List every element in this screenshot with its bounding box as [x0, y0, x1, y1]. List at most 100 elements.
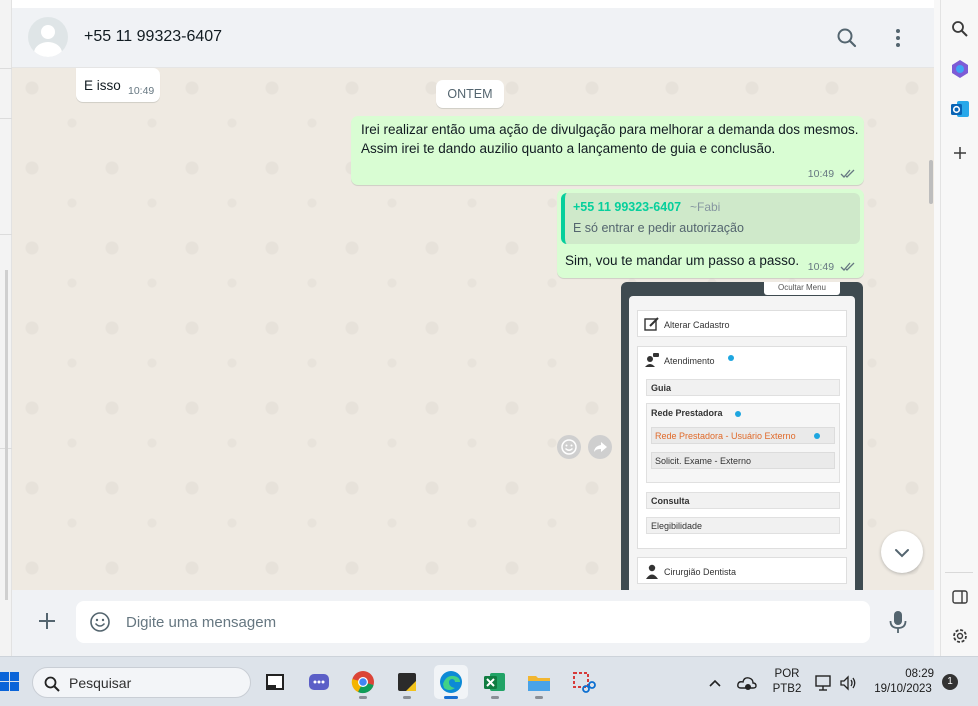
- taskbar-app-chrome[interactable]: [346, 665, 380, 699]
- teams-icon: [309, 674, 329, 690]
- scroll-to-bottom-button[interactable]: [881, 531, 923, 573]
- forward-icon: [594, 442, 607, 452]
- composer-bar: [12, 590, 934, 656]
- clock[interactable]: 08:29 19/10/2023: [866, 668, 940, 695]
- windows-logo-icon: [0, 672, 19, 691]
- quoted-alias: ~Fabi: [690, 200, 721, 214]
- hide-menu-tab: Ocultar Menu: [764, 282, 840, 295]
- menu-item-cirurgiao: Cirurgião Dentista: [637, 557, 847, 584]
- menu-sub-guia: Guia: [646, 379, 840, 396]
- quoted-text: E só entrar e pedir autorização: [573, 221, 744, 235]
- sticky-icon: [398, 673, 416, 691]
- taskbar-search[interactable]: Pesquisar: [32, 667, 251, 698]
- menu-item-alterar-cadastro: Alterar Cadastro: [637, 310, 847, 337]
- taskbar-search-label: Pesquisar: [69, 675, 132, 691]
- chevron-down-icon: [895, 549, 909, 558]
- edit-icon: [644, 317, 659, 331]
- windows-taskbar: Pesquisar POR PTB2 08:29 19/10/2023 1: [0, 656, 978, 706]
- screen: +55 11 99323-6407 E isso 10:49 ONTEM Ire…: [0, 0, 978, 706]
- react-button[interactable]: [557, 435, 581, 459]
- emoji-icon: [561, 439, 577, 455]
- sidebar-toggle-button[interactable]: [949, 586, 971, 608]
- chat-scrollbar-thumb[interactable]: [929, 160, 933, 204]
- attach-button[interactable]: [36, 610, 58, 632]
- language-indicator[interactable]: POR PTB2: [766, 668, 808, 695]
- running-indicator: [444, 696, 458, 699]
- sidebar-outlook-button[interactable]: [949, 98, 971, 120]
- message-input[interactable]: [126, 601, 856, 643]
- sidebar-add-button[interactable]: [949, 142, 971, 164]
- running-indicator: [359, 696, 367, 699]
- search-icon: [837, 28, 857, 48]
- gear-icon: [953, 629, 967, 643]
- message-text: Sim, vou te mandar um passo a passo.: [565, 253, 800, 268]
- avatar-body: [34, 42, 62, 57]
- double-check-icon: [840, 262, 855, 272]
- taskbar-app-file-explorer[interactable]: [258, 665, 292, 699]
- outlook-icon: [951, 101, 969, 117]
- emoji-button[interactable]: [89, 611, 111, 633]
- contact-name[interactable]: +55 11 99323-6407: [84, 28, 222, 46]
- excel-icon: [484, 673, 505, 691]
- quoted-author: +55 11 99323-6407: [573, 200, 682, 214]
- running-indicator: [403, 696, 411, 699]
- sidebar-settings-button[interactable]: [949, 625, 971, 647]
- folder-icon: [528, 676, 550, 691]
- avatar-head: [41, 25, 55, 39]
- search-icon: [952, 21, 968, 37]
- sidebar-copilot-button[interactable]: [949, 58, 971, 80]
- chat-header[interactable]: +55 11 99323-6407: [12, 8, 934, 68]
- running-indicator: [491, 696, 499, 699]
- voice-message-button[interactable]: [886, 609, 910, 635]
- scrollbar[interactable]: [5, 270, 8, 600]
- message-meta: 10:49: [808, 168, 856, 180]
- taskbar-app-edge[interactable]: [434, 665, 468, 699]
- cloud-sync-icon: [737, 677, 757, 690]
- search-messages-button[interactable]: [834, 25, 860, 51]
- outgoing-message[interactable]: Irei realizar então uma ação de divulgaç…: [351, 116, 864, 185]
- message-compose-box[interactable]: [76, 601, 870, 643]
- incoming-message[interactable]: E isso 10:49: [76, 68, 160, 102]
- user-chat-icon: [645, 353, 659, 367]
- snipping-tool-icon: [573, 672, 596, 693]
- chat-menu-button[interactable]: [888, 25, 908, 51]
- taskbar-app-folder[interactable]: [522, 665, 556, 699]
- edge-icon: [440, 671, 462, 693]
- onedrive-button[interactable]: [736, 673, 758, 693]
- taskbar-app-snipping-tool[interactable]: [566, 665, 600, 699]
- taskbar-app-teams[interactable]: [302, 665, 336, 699]
- running-indicator: [535, 696, 543, 699]
- taskbar-app-sticky-notes[interactable]: [390, 665, 424, 699]
- divider: [0, 118, 12, 119]
- sidebar-divider: [945, 572, 973, 573]
- forward-button[interactable]: [588, 435, 612, 459]
- divider: [0, 234, 12, 235]
- plus-icon: [954, 147, 966, 159]
- status-dot: [728, 355, 734, 361]
- image-message[interactable]: Ocultar Menu Alterar Cadastro Atendiment…: [621, 282, 863, 590]
- outgoing-reply-message[interactable]: +55 11 99323-6407 ~Fabi E só entrar e pe…: [557, 189, 864, 278]
- background-window-edge: [0, 0, 12, 656]
- status-dot: [814, 433, 820, 439]
- microphone-icon: [889, 611, 907, 633]
- volume-button[interactable]: [838, 673, 858, 693]
- show-hidden-icons-button[interactable]: [706, 674, 724, 692]
- browser-sidebar: [940, 0, 978, 656]
- taskbar-app-excel[interactable]: [478, 665, 512, 699]
- quoted-message[interactable]: +55 11 99323-6407 ~Fabi E só entrar e pe…: [561, 193, 860, 244]
- avatar[interactable]: [28, 17, 68, 57]
- message-text: Irei realizar então uma ação de divulgaç…: [361, 122, 859, 156]
- chevron-up-icon: [709, 679, 721, 687]
- network-icon: [815, 675, 831, 691]
- copilot-icon: [952, 60, 968, 78]
- panel-icon: [952, 590, 968, 604]
- file-explorer-icon: [266, 674, 284, 690]
- sidebar-search-button[interactable]: [949, 18, 971, 40]
- message-time: 10:49: [807, 261, 835, 273]
- menu-sub-elegibilidade: Elegibilidade: [646, 517, 840, 534]
- start-button[interactable]: [0, 671, 20, 693]
- network-button[interactable]: [814, 673, 834, 693]
- chat-messages-area[interactable]: E isso 10:49 ONTEM Irei realizar então u…: [12, 68, 934, 590]
- notification-badge[interactable]: 1: [942, 674, 958, 690]
- menu-sub-consulta: Consulta: [646, 492, 840, 509]
